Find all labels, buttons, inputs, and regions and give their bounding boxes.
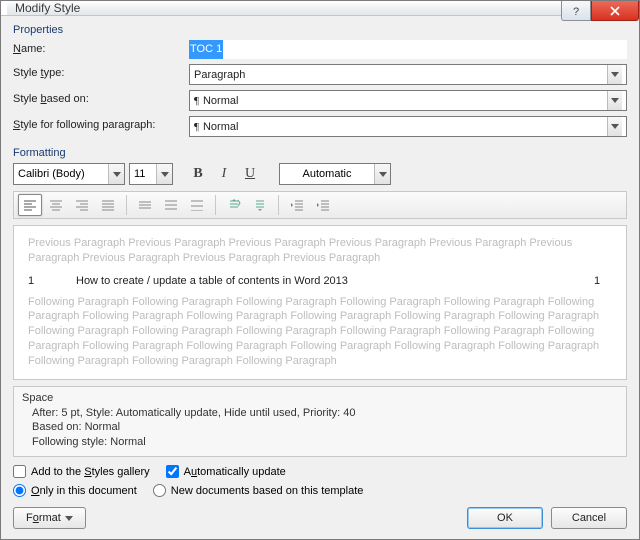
space-before-increase-button[interactable]	[222, 194, 246, 216]
close-button[interactable]	[591, 1, 639, 21]
increase-indent-button[interactable]	[311, 194, 335, 216]
properties-group-label: Properties	[13, 24, 627, 36]
chevron-down-icon	[65, 516, 73, 521]
close-icon	[609, 5, 621, 17]
chevron-down-icon	[607, 91, 622, 110]
decrease-indent-button[interactable]	[285, 194, 309, 216]
template-label: New documents based on this template	[171, 485, 364, 497]
formatting-group-label: Formatting	[13, 147, 627, 159]
only-this-doc-input[interactable]	[13, 484, 26, 497]
space-line-1: After: 5 pt, Style: Automatically update…	[22, 406, 618, 421]
svg-text:?: ?	[573, 6, 579, 17]
bold-button[interactable]: B	[187, 163, 209, 185]
dialog-body: Properties Name: TOC 1 Style type: Parag…	[1, 16, 639, 539]
styletype-value: Paragraph	[194, 69, 245, 81]
styletype-combo[interactable]: Paragraph	[189, 64, 627, 85]
align-left-icon	[23, 199, 37, 211]
space-heading: Space	[22, 391, 618, 406]
align-justify-button[interactable]	[96, 194, 120, 216]
chevron-down-icon	[374, 164, 390, 184]
name-input[interactable]: TOC 1	[189, 40, 627, 59]
titlebar: Modify Style ?	[1, 1, 639, 16]
align-center-icon	[49, 199, 63, 211]
only-this-doc-radio[interactable]: Only in this document	[13, 484, 137, 497]
auto-update-input[interactable]	[166, 465, 179, 478]
styletype-label: Style type:	[13, 64, 183, 85]
underline-button[interactable]: U	[239, 163, 261, 185]
help-button[interactable]: ?	[561, 1, 591, 21]
window-buttons: ?	[561, 1, 639, 21]
line-spacing-15-button[interactable]	[159, 194, 183, 216]
format-button[interactable]: Format	[13, 507, 86, 529]
line-spacing-icon	[190, 199, 204, 211]
space-before-icon	[227, 198, 241, 212]
add-to-gallery-checkbox[interactable]: Add to the Styles gallery	[13, 465, 150, 478]
basedon-label: Style based on:	[13, 90, 183, 111]
line-spacing-2-button[interactable]	[185, 194, 209, 216]
space-after-icon	[253, 198, 267, 212]
font-combo[interactable]: Calibri (Body)	[13, 163, 125, 185]
preview-sample-text: How to create / update a table of conten…	[76, 274, 564, 289]
space-line-2: Based on: Normal	[22, 420, 618, 435]
name-label: Name:	[13, 40, 183, 59]
separator	[278, 195, 279, 215]
space-before-decrease-button[interactable]	[248, 194, 272, 216]
footer: Format OK Cancel	[13, 507, 627, 529]
line-spacing-icon	[138, 199, 152, 211]
decrease-indent-icon	[290, 199, 304, 211]
help-icon: ?	[571, 5, 581, 17]
style-description-box: Space After: 5 pt, Style: Automatically …	[13, 386, 627, 457]
options-row-1: Add to the Styles gallery Automatically …	[13, 465, 627, 478]
basedon-value: Normal	[203, 95, 238, 107]
line-spacing-icon	[164, 199, 178, 211]
align-right-button[interactable]	[70, 194, 94, 216]
options-area: Add to the Styles gallery Automatically …	[13, 465, 627, 497]
new-docs-template-input[interactable]	[153, 484, 166, 497]
properties-grid: Name: TOC 1 Style type: Paragraph Style …	[13, 40, 627, 137]
align-left-button[interactable]	[18, 194, 42, 216]
basedon-combo[interactable]: ¶ Normal	[189, 90, 627, 111]
align-justify-icon	[101, 199, 115, 211]
font-size-value: 11	[130, 168, 156, 180]
preview-ghost-before: Previous Paragraph Previous Paragraph Pr…	[28, 236, 612, 266]
ok-button[interactable]: OK	[467, 507, 543, 529]
new-docs-template-radio[interactable]: New documents based on this template	[153, 484, 364, 497]
chevron-down-icon	[108, 164, 124, 184]
preview-sample-number: 1	[28, 274, 46, 289]
font-color-value: Automatic	[280, 168, 374, 180]
line-spacing-1-button[interactable]	[133, 194, 157, 216]
font-color-combo[interactable]: Automatic	[279, 163, 391, 185]
following-label: Style for following paragraph:	[13, 116, 183, 137]
chevron-down-icon	[607, 117, 622, 136]
align-center-button[interactable]	[44, 194, 68, 216]
pilcrow-icon: ¶	[194, 95, 199, 107]
cancel-button[interactable]: Cancel	[551, 507, 627, 529]
space-line-3: Following style: Normal	[22, 435, 618, 450]
italic-button[interactable]: I	[213, 163, 235, 185]
preview-sample: 1 How to create / update a table of cont…	[28, 274, 612, 289]
font-value: Calibri (Body)	[14, 168, 108, 180]
preview-ghost-after: Following Paragraph Following Paragraph …	[28, 295, 612, 369]
align-right-icon	[75, 199, 89, 211]
add-to-gallery-input[interactable]	[13, 465, 26, 478]
following-value: Normal	[203, 121, 238, 133]
name-value: TOC 1	[189, 40, 223, 59]
formatting-row-2	[13, 191, 627, 219]
pilcrow-icon: ¶	[194, 121, 199, 133]
chevron-down-icon	[156, 164, 172, 184]
separator	[215, 195, 216, 215]
separator	[126, 195, 127, 215]
options-row-2: Only in this document New documents base…	[13, 484, 627, 497]
font-size-combo[interactable]: 11	[129, 163, 173, 185]
chevron-down-icon	[607, 65, 622, 84]
preview-sample-page: 1	[594, 274, 612, 289]
modify-style-dialog: Modify Style ? Properties Name: TOC 1 St…	[0, 0, 640, 540]
preview-area: Previous Paragraph Previous Paragraph Pr…	[13, 225, 627, 380]
auto-update-checkbox[interactable]: Automatically update	[166, 465, 286, 478]
increase-indent-icon	[316, 199, 330, 211]
formatting-row-1: Calibri (Body) 11 B I U Automatic	[13, 163, 627, 185]
following-combo[interactable]: ¶ Normal	[189, 116, 627, 137]
dialog-title: Modify Style	[7, 1, 80, 15]
